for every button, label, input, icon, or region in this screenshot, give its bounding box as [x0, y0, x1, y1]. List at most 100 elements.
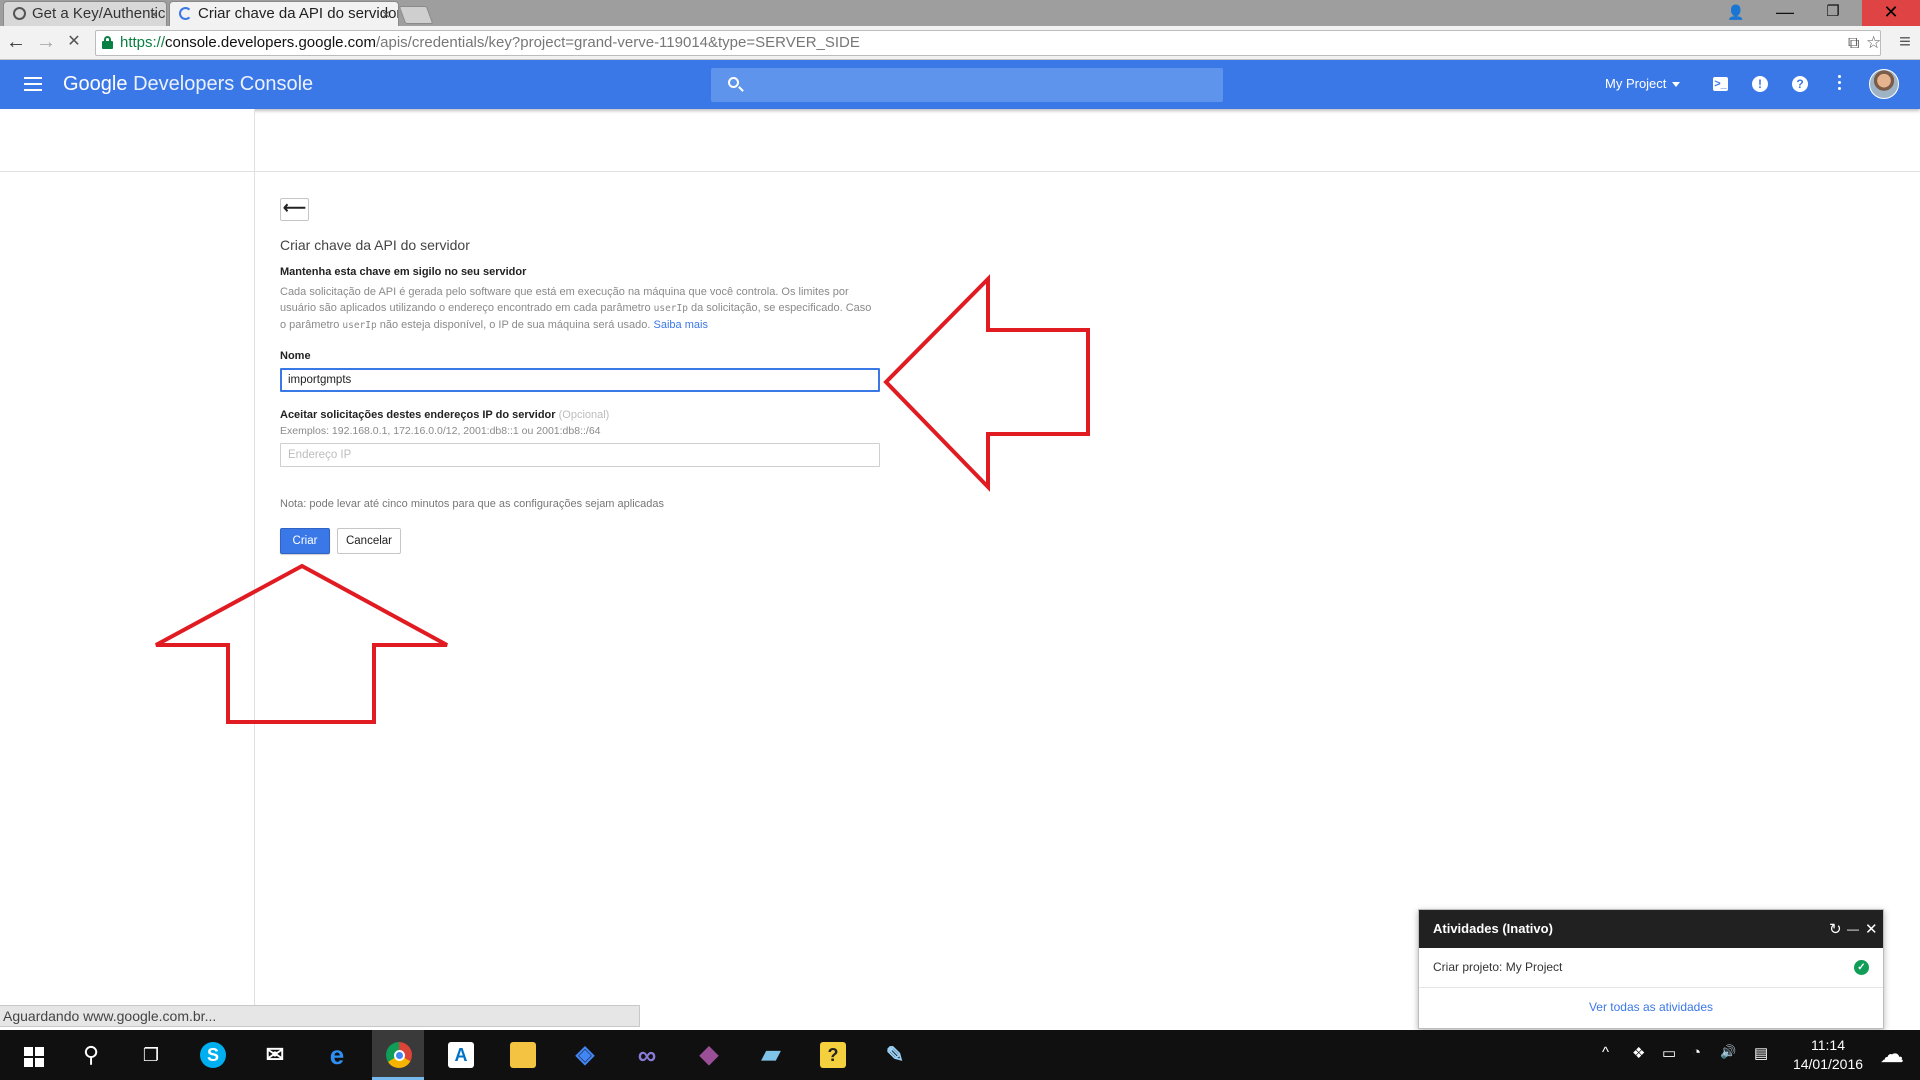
volume-icon[interactable]: 🔊: [1720, 1044, 1736, 1060]
activities-header: Atividades (Inativo) ↻ — ✕: [1419, 910, 1883, 948]
tab-get-a-key[interactable]: Get a Key/Authentica ×: [3, 1, 167, 26]
activities-panel: Atividades (Inativo) ↻ — ✕ Criar projeto…: [1418, 909, 1884, 1029]
search-bar[interactable]: [711, 68, 1223, 102]
folder-icon: ▬: [510, 1042, 536, 1068]
tab-favicon-icon: [13, 7, 26, 20]
tab-criar-chave[interactable]: Criar chave da API do servidor ×: [169, 1, 399, 26]
ip-label: Aceitar solicitações destes endereços IP…: [280, 409, 610, 421]
tab-close-icon[interactable]: ×: [382, 2, 390, 26]
back-arrow-button[interactable]: ⟵: [280, 198, 309, 221]
chrome-icon: [386, 1042, 412, 1068]
browser-status-bar: Aguardando www.google.com.br...: [0, 1005, 640, 1027]
cancel-button[interactable]: Cancelar: [337, 528, 401, 554]
tab-loading-icon: [179, 7, 192, 20]
taskbar-mail[interactable]: ✉: [248, 1030, 300, 1080]
taskbar-file-explorer[interactable]: ▬: [496, 1030, 548, 1080]
console-header: Google Developers Console My Project >_ …: [0, 60, 1920, 109]
weather-cloud-icon[interactable]: ☁: [1880, 1040, 1904, 1069]
profile-icon[interactable]: 👤: [1712, 0, 1760, 26]
search-icon: ⚲: [82, 1042, 100, 1067]
gcloud-icon: ◈: [575, 1041, 595, 1068]
show-hidden-icons[interactable]: ^: [1602, 1044, 1609, 1061]
product-logo[interactable]: Google Developers Console: [63, 73, 313, 96]
view-all-activities-link[interactable]: Ver todas as atividades: [1419, 988, 1883, 1014]
task-view-icon: ❐: [142, 1045, 160, 1065]
back-button[interactable]: ←: [4, 31, 28, 55]
browser-menu-icon[interactable]: ≡: [1893, 31, 1917, 55]
optional-tag: (Opcional): [558, 409, 610, 421]
taskbar-skype[interactable]: S: [186, 1030, 238, 1080]
ip-address-field[interactable]: [280, 443, 880, 467]
cloud-shell-icon[interactable]: >_: [1713, 77, 1728, 91]
system-clock[interactable]: 11:14 14/01/2016: [1788, 1036, 1868, 1074]
description-text: Cada solicitação de API é gerada pelo so…: [280, 286, 872, 331]
mail-icon: ✉: [265, 1042, 285, 1067]
forward-button[interactable]: →: [34, 31, 58, 55]
action-center-icon[interactable]: ▤: [1754, 1044, 1768, 1062]
section-heading: Mantenha esta chave em sigilo no seu ser…: [280, 266, 527, 278]
avatar[interactable]: [1869, 69, 1899, 99]
name-field[interactable]: [280, 368, 880, 392]
name-label: Nome: [280, 350, 311, 362]
window-close-button[interactable]: ✕: [1862, 0, 1920, 26]
wifi-icon[interactable]: ◔: [1692, 1044, 1701, 1061]
skype-icon: S: [200, 1042, 226, 1068]
browser-toolbar: ← → ✕ https://console.developers.google.…: [0, 26, 1920, 60]
menu-icon[interactable]: [24, 77, 42, 91]
lock-icon: [102, 36, 113, 49]
battery-icon[interactable]: ▭: [1662, 1044, 1676, 1062]
task-view-button[interactable]: ❐: [124, 1030, 176, 1080]
project-selector[interactable]: My Project: [1605, 76, 1681, 91]
minimize-icon[interactable]: —: [1847, 922, 1859, 936]
taskbar-infinity[interactable]: ∞: [620, 1030, 672, 1080]
notifications-icon[interactable]: !: [1752, 76, 1768, 92]
maximize-button[interactable]: ❐: [1809, 0, 1857, 26]
userip-code: userIp: [653, 303, 688, 314]
learn-more-link[interactable]: Saiba mais: [654, 319, 708, 331]
azure-icon: A: [448, 1042, 474, 1068]
minimize-button[interactable]: —: [1761, 0, 1809, 26]
chevron-down-icon: [1672, 82, 1681, 88]
taskbar-gcloud[interactable]: ◈: [558, 1030, 610, 1080]
tab-close-icon[interactable]: ×: [150, 2, 158, 26]
taskbar-search-button[interactable]: ⚲: [64, 1030, 116, 1080]
activity-item-text: Criar projeto: My Project: [1433, 960, 1563, 974]
activities-title: Atividades (Inativo): [1433, 921, 1553, 936]
new-tab-button[interactable]: [398, 6, 434, 24]
close-icon[interactable]: ✕: [1865, 920, 1878, 938]
refresh-icon[interactable]: ↻: [1829, 920, 1842, 938]
userip-code: userIp: [342, 320, 377, 331]
taskbar-azure[interactable]: A: [434, 1030, 486, 1080]
ip-examples-hint: Exemplos: 192.168.0.1, 172.16.0.0/12, 20…: [280, 425, 601, 437]
search-icon: [728, 77, 739, 88]
activity-item[interactable]: Criar projeto: My Project ✓: [1419, 948, 1883, 988]
taskbar-help-tool[interactable]: ?: [806, 1030, 858, 1080]
infinity-icon: ∞: [637, 1040, 657, 1070]
taskbar-chrome[interactable]: [372, 1030, 424, 1080]
more-options-icon[interactable]: [1838, 75, 1842, 93]
windows-taskbar: ⚲ ❐ S ✉ e A ▬ ◈ ∞ ◆ ▰ ? ✎ ^ ❖ ▭ ◔ 🔊 ▤ 11…: [0, 1030, 1920, 1080]
help-tool-icon: ?: [820, 1042, 846, 1068]
check-circle-icon: ✓: [1854, 960, 1869, 975]
search-input[interactable]: [751, 73, 1211, 97]
taskbar-notes[interactable]: ▰: [744, 1030, 796, 1080]
sidebar: [0, 109, 255, 1005]
stop-button[interactable]: ✕: [62, 31, 86, 55]
page-title: Criar chave da API do servidor: [280, 237, 470, 253]
visual-studio-icon: ◆: [699, 1041, 719, 1068]
create-button[interactable]: Criar: [280, 528, 330, 554]
start-button[interactable]: [4, 1030, 56, 1080]
help-icon[interactable]: ?: [1792, 76, 1808, 92]
taskbar-edge[interactable]: e: [310, 1030, 362, 1080]
taskbar-paint[interactable]: ✎: [868, 1030, 920, 1080]
sidebar-divider: [0, 171, 255, 172]
url-text: https://console.developers.google.com/ap…: [120, 34, 860, 51]
bookmark-star-icon[interactable]: ☆: [1866, 33, 1881, 53]
translate-icon[interactable]: ⧉: [1848, 35, 1859, 53]
dropbox-icon[interactable]: ❖: [1632, 1044, 1645, 1062]
address-bar[interactable]: https://console.developers.google.com/ap…: [95, 30, 1881, 56]
tab-title: Criar chave da API do servidor: [198, 5, 399, 22]
clock-time: 11:14: [1811, 1037, 1845, 1053]
browser-tab-strip: Get a Key/Authentica × Criar chave da AP…: [0, 0, 1920, 26]
taskbar-visual-studio[interactable]: ◆: [682, 1030, 734, 1080]
